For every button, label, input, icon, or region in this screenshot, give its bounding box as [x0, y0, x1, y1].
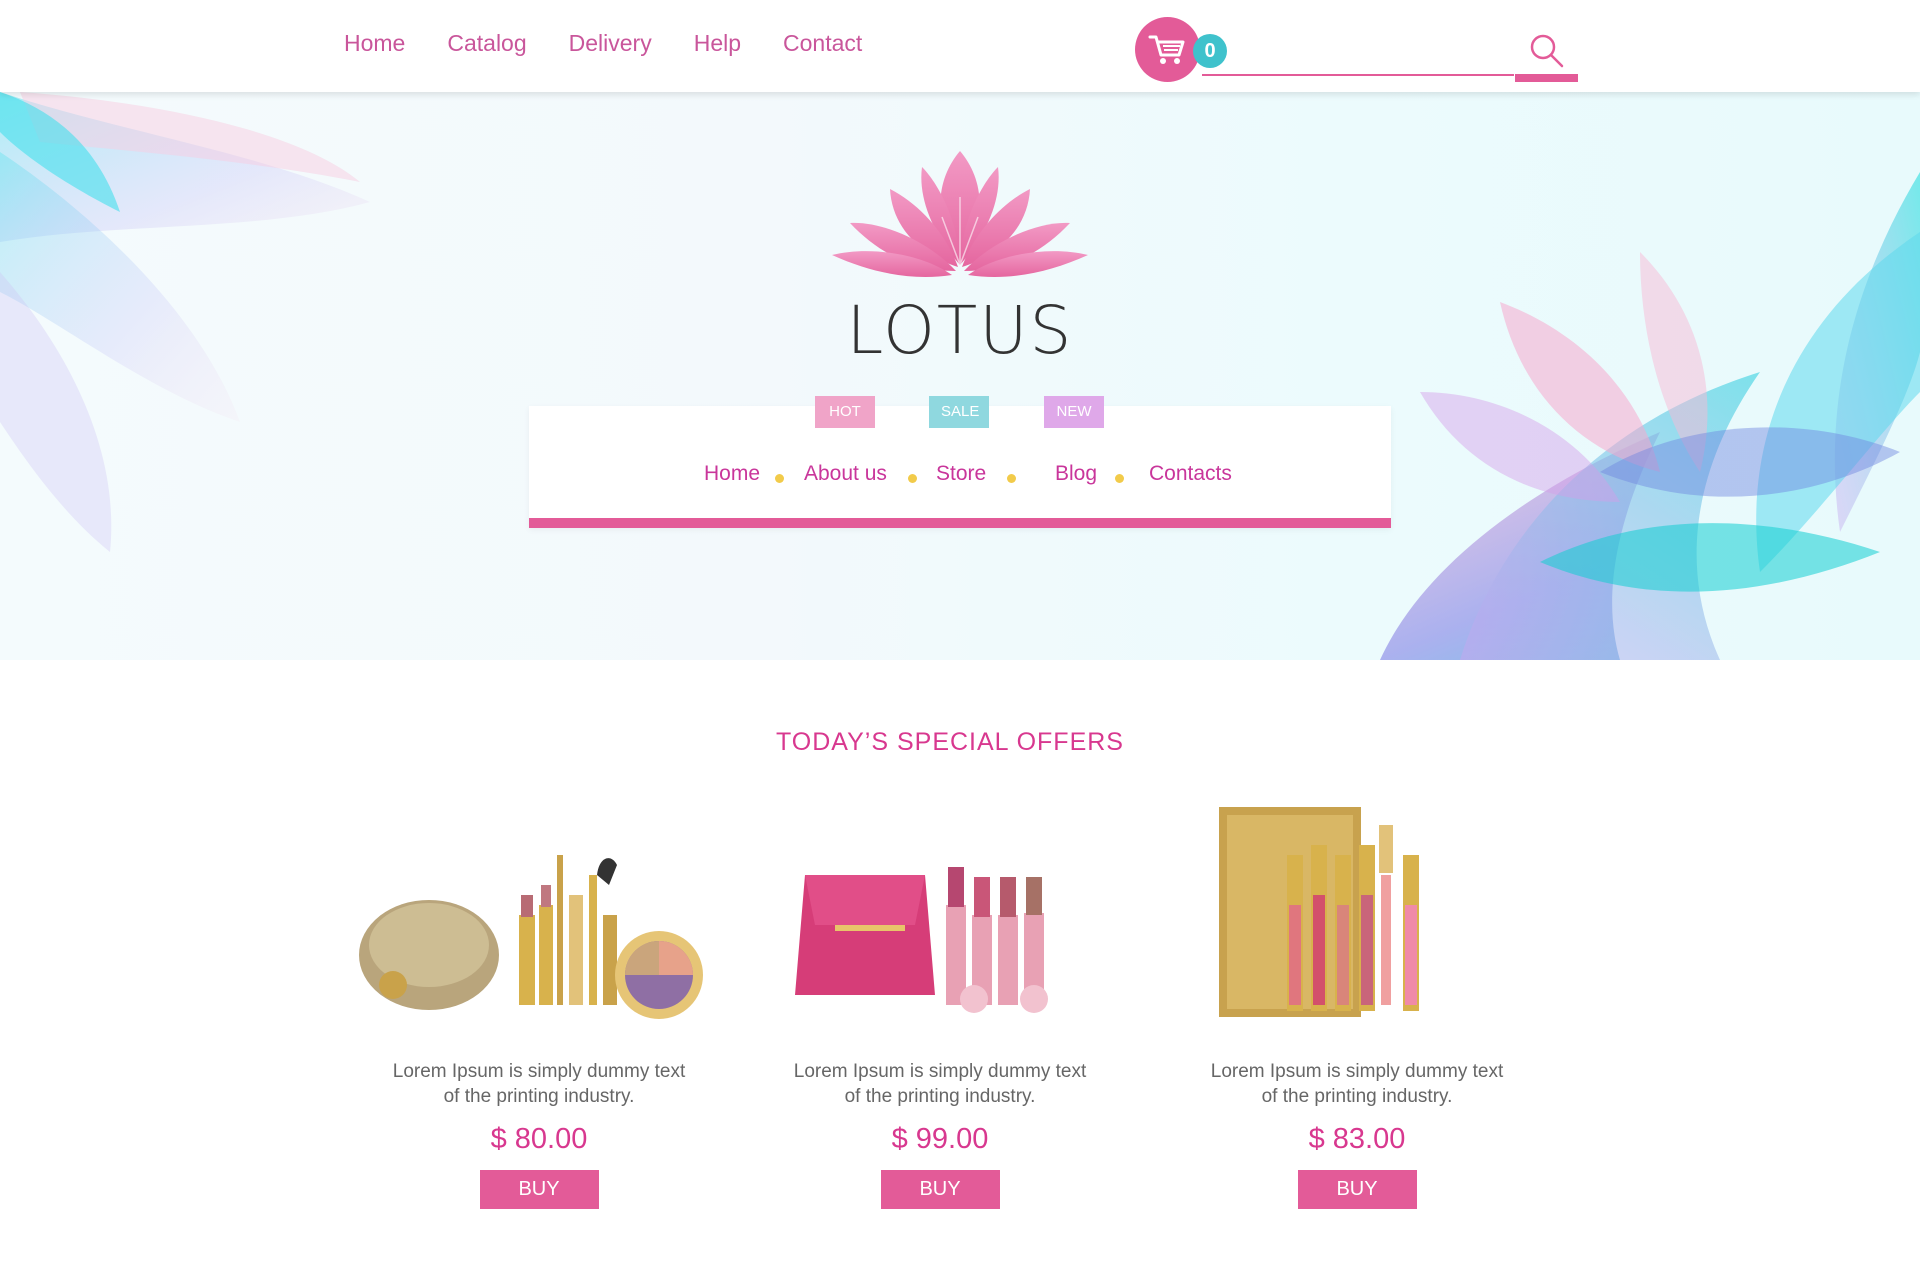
- product-description: Lorem Ipsum is simply dummy text of the …: [392, 1061, 686, 1107]
- buy-button[interactable]: BUY: [880, 1170, 1000, 1209]
- top-nav-help[interactable]: Help: [694, 30, 741, 57]
- product-image-makeup-set[interactable]: [349, 795, 729, 1035]
- search-box: [1202, 30, 1578, 82]
- product-price: $ 83.00: [1308, 1123, 1406, 1155]
- lip-gloss-set-image: [1219, 807, 1419, 1017]
- top-nav-catalog[interactable]: Catalog: [447, 30, 526, 57]
- main-menu: HOT SALE NEW Home About us Store Blog Co…: [529, 396, 1391, 528]
- menu-item-about-us[interactable]: About us: [804, 462, 887, 486]
- buy-button[interactable]: BUY: [479, 1170, 599, 1209]
- top-nav-delivery[interactable]: Delivery: [569, 30, 652, 57]
- menu-underline-bar: [529, 518, 1391, 528]
- sale-tag: SALE: [929, 396, 989, 428]
- product-price: $ 99.00: [891, 1123, 989, 1155]
- search-button[interactable]: [1515, 30, 1578, 82]
- product-price: $ 80.00: [490, 1123, 588, 1155]
- new-tag: NEW: [1044, 396, 1104, 428]
- hot-tag: HOT: [815, 396, 875, 428]
- top-nav-contact[interactable]: Contact: [783, 30, 862, 57]
- hero-banner: LOTUS HOT SALE NEW Home About us Store B…: [0, 92, 1920, 660]
- product-card: Lorem Ipsum is simply dummy text of the …: [1167, 795, 1547, 1209]
- shopping-cart-icon: [1148, 35, 1184, 64]
- product-image-lipstick-clutch[interactable]: [750, 795, 1130, 1035]
- search-icon: [1530, 34, 1563, 67]
- product-image-lip-gloss-set[interactable]: [1167, 795, 1547, 1035]
- search-input[interactable]: [1202, 34, 1514, 76]
- menu-item-contacts[interactable]: Contacts: [1149, 462, 1232, 486]
- top-bar: Home Catalog Delivery Help Contact 0: [0, 0, 1920, 92]
- top-navigation: Home Catalog Delivery Help Contact: [344, 30, 904, 57]
- menu-item-store[interactable]: Store: [936, 462, 986, 486]
- menu-item-blog[interactable]: Blog: [1055, 462, 1097, 486]
- menu-separator-dot: [775, 474, 784, 483]
- lipstick-clutch-image: [795, 867, 1048, 1013]
- menu-separator-dot: [908, 474, 917, 483]
- product-card: Lorem Ipsum is simply dummy text of the …: [349, 795, 729, 1209]
- offers-title: TODAY’S SPECIAL OFFERS: [775, 728, 1124, 756]
- brand-logo-text: LOTUS: [846, 292, 1074, 369]
- top-nav-home[interactable]: Home: [344, 30, 405, 57]
- makeup-set-image: [359, 855, 703, 1019]
- menu-separator-dot: [1115, 474, 1124, 483]
- product-description: Lorem Ipsum is simply dummy text of the …: [793, 1061, 1087, 1107]
- menu-separator-dot: [1007, 474, 1016, 483]
- buy-button[interactable]: BUY: [1297, 1170, 1417, 1209]
- menu-item-home[interactable]: Home: [704, 462, 760, 486]
- product-card: Lorem Ipsum is simply dummy text of the …: [750, 795, 1130, 1209]
- product-description: Lorem Ipsum is simply dummy text of the …: [1210, 1061, 1504, 1107]
- cart-button[interactable]: [1135, 17, 1200, 82]
